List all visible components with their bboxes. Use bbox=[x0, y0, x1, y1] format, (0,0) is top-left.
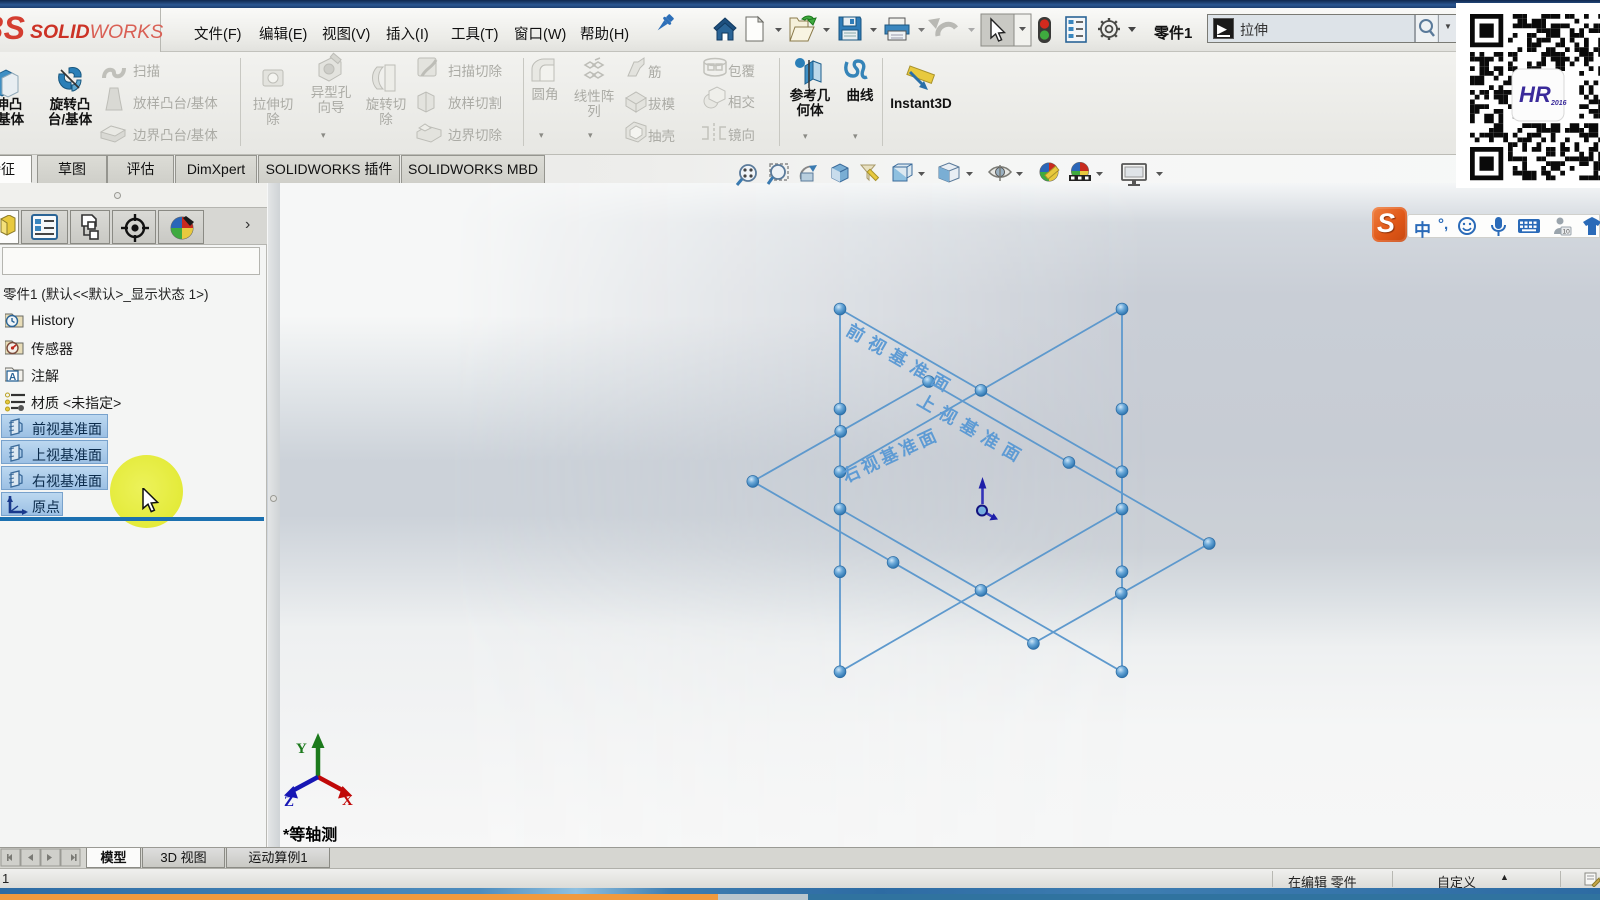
svg-text:2016: 2016 bbox=[1550, 100, 1567, 107]
svg-text:10: 10 bbox=[1563, 229, 1571, 236]
svg-text:A: A bbox=[9, 372, 16, 383]
svg-text:HR: HR bbox=[1519, 82, 1551, 107]
